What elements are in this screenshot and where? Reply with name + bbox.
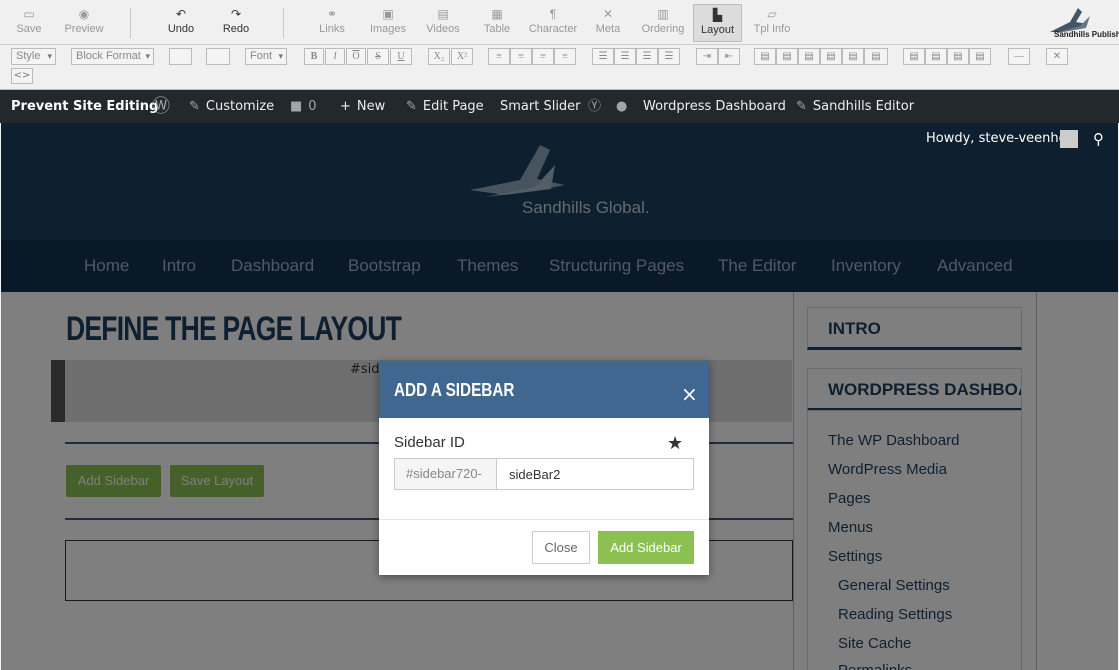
prevent-site-editing-link[interactable]: Prevent Site Editing: [11, 90, 158, 123]
wp-admin-bar: Prevent Site Editing Ⓦ ✎ Customize ■ 0 + Ne…: [0, 90, 1119, 123]
color-swatch-1[interactable]: [169, 48, 192, 65]
sandhills-publishing-logo: Sandhills Publishing: [1030, 2, 1119, 42]
smart-slider-link[interactable]: Smart Slider: [500, 90, 581, 123]
new-content-link[interactable]: + New: [340, 90, 385, 123]
style-select[interactable]: Style: [11, 48, 56, 65]
table-tool-1-button[interactable]: ▤: [754, 48, 776, 65]
table-tool-3-button[interactable]: ▤: [798, 48, 820, 65]
editor-main-toolbar: ▭ Save ◉ Preview ↶ Undo ↷ Redo ⚭ Links ▣…: [0, 0, 1119, 45]
videos-button[interactable]: ▤ Videos: [424, 6, 462, 40]
undo-button[interactable]: ↶ Undo: [164, 6, 198, 40]
outdent-button[interactable]: ⇤: [718, 48, 740, 65]
meta-button[interactable]: ✕ Meta: [594, 6, 622, 40]
table-tool-2-button[interactable]: ▤: [776, 48, 798, 65]
toolbar-divider: [130, 8, 131, 38]
table-tool-5-button[interactable]: ▤: [842, 48, 864, 65]
strikethrough-button[interactable]: S: [367, 48, 389, 65]
logo-text: Sandhills Publishing: [1054, 30, 1119, 39]
preview-icon: ◉: [78, 7, 90, 21]
comments-link[interactable]: ■ 0: [290, 90, 317, 123]
sandhills-editor-link[interactable]: ✎ Sandhills Editor: [796, 90, 914, 123]
wordpress-dashboard-link[interactable]: Wordpress Dashboard: [643, 90, 786, 123]
plus-icon: +: [340, 99, 351, 114]
overline-button[interactable]: O: [346, 48, 366, 65]
avatar[interactable]: [1060, 130, 1078, 148]
align-center-button[interactable]: ≡: [510, 48, 532, 65]
edit-page-link[interactable]: ✎ Edit Page: [406, 90, 484, 123]
italic-button[interactable]: I: [325, 48, 345, 65]
layout-icon: ▙: [712, 8, 723, 22]
remove-format-button[interactable]: ✕: [1046, 48, 1068, 65]
table-icon: ▦: [491, 7, 503, 21]
add-sidebar-dialog: ADD A SIDEBAR × Sidebar ID ★ #sidebar720…: [379, 361, 709, 575]
save-button[interactable]: ▭ Save: [14, 6, 44, 40]
video-icon: ▤: [437, 7, 449, 21]
align-justify-button[interactable]: ≡: [554, 48, 576, 65]
source-code-button[interactable]: <>: [11, 68, 33, 84]
seo-status-dot-icon: ●: [616, 99, 628, 114]
howdy-user[interactable]: Howdy, steve-veenhof: [926, 131, 1071, 146]
align-right-button[interactable]: ≡: [532, 48, 554, 65]
character-button[interactable]: ¶ Character: [527, 6, 579, 40]
add-sidebar-confirm-button[interactable]: Add Sidebar: [598, 531, 694, 564]
folder-icon: ▱: [767, 7, 777, 21]
table-tool-4-button[interactable]: ▤: [820, 48, 842, 65]
underline-button[interactable]: U: [390, 48, 412, 65]
app-window: ▭ Save ◉ Preview ↶ Undo ↷ Redo ⚭ Links ▣…: [0, 0, 1119, 670]
sidebar-id-label: Sidebar ID: [394, 434, 465, 451]
color-swatch-2[interactable]: [206, 48, 230, 65]
brush-icon: ✎: [189, 99, 200, 114]
dialog-footer-divider: [379, 519, 709, 520]
horizontal-rule-button[interactable]: —: [1008, 48, 1030, 65]
links-button[interactable]: ⚭ Links: [316, 6, 348, 40]
bold-button[interactable]: B: [304, 48, 324, 65]
sidebar-id-input[interactable]: [496, 458, 694, 490]
subscript-button[interactable]: X₂: [428, 48, 450, 65]
customize-link[interactable]: ✎ Customize: [189, 90, 274, 123]
layout-button[interactable]: ▙ Layout: [693, 4, 742, 42]
link-icon: ⚭: [326, 7, 338, 21]
tpl-info-button[interactable]: ▱ Tpl Info: [753, 6, 791, 40]
yoast-seo-icon[interactable]: Ⓨ: [588, 90, 601, 123]
table-tool-6-button[interactable]: ▤: [864, 48, 888, 65]
table-tool-8-button[interactable]: ▤: [925, 48, 947, 65]
image-icon: ▣: [382, 7, 394, 21]
save-icon: ▭: [23, 7, 35, 21]
block-format-select[interactable]: Block Format: [71, 48, 154, 65]
numbered-list-button[interactable]: ☰: [614, 48, 636, 65]
ordering-button[interactable]: ▥ Ordering: [640, 6, 686, 40]
undo-icon: ↶: [175, 7, 187, 21]
pencil-icon: ✎: [796, 99, 807, 114]
tools-icon: ✕: [602, 7, 614, 21]
bullet-list-button[interactable]: ☰: [592, 48, 614, 65]
redo-button[interactable]: ↷ Redo: [219, 6, 253, 40]
redo-icon: ↷: [230, 7, 242, 21]
editor-format-toolbar: Style Block Format Font B I O S U X₂ X² …: [0, 45, 1119, 90]
close-button[interactable]: Close: [532, 531, 590, 564]
close-icon[interactable]: ×: [681, 384, 698, 404]
font-select[interactable]: Font: [245, 48, 287, 65]
comment-icon: ■: [290, 99, 303, 114]
indent-button[interactable]: ⇥: [696, 48, 718, 65]
wordpress-logo-icon[interactable]: Ⓦ: [152, 90, 170, 123]
sidebar-id-prefix: #sidebar720-: [394, 458, 497, 490]
images-button[interactable]: ▣ Images: [369, 6, 407, 40]
preview-button[interactable]: ◉ Preview: [62, 6, 106, 40]
toolbar-divider: [283, 8, 284, 38]
table-button[interactable]: ▦ Table: [482, 6, 512, 40]
align-left-button[interactable]: ≡: [488, 48, 510, 65]
table-tool-9-button[interactable]: ▤: [947, 48, 969, 65]
list-style-button[interactable]: ☰: [636, 48, 658, 65]
search-icon[interactable]: ⚲: [1093, 130, 1104, 148]
list-style-2-button[interactable]: ☰: [658, 48, 680, 65]
ordering-icon: ▥: [657, 7, 669, 21]
dialog-title: ADD A SIDEBAR: [394, 380, 515, 400]
dialog-header: ADD A SIDEBAR ×: [379, 361, 709, 418]
pencil-icon: ✎: [406, 99, 417, 114]
table-tool-7-button[interactable]: ▤: [903, 48, 925, 65]
superscript-button[interactable]: X²: [451, 48, 473, 65]
pilcrow-icon: ¶: [549, 7, 557, 21]
star-icon[interactable]: ★: [667, 433, 683, 454]
table-tool-10-button[interactable]: ▤: [969, 48, 991, 65]
